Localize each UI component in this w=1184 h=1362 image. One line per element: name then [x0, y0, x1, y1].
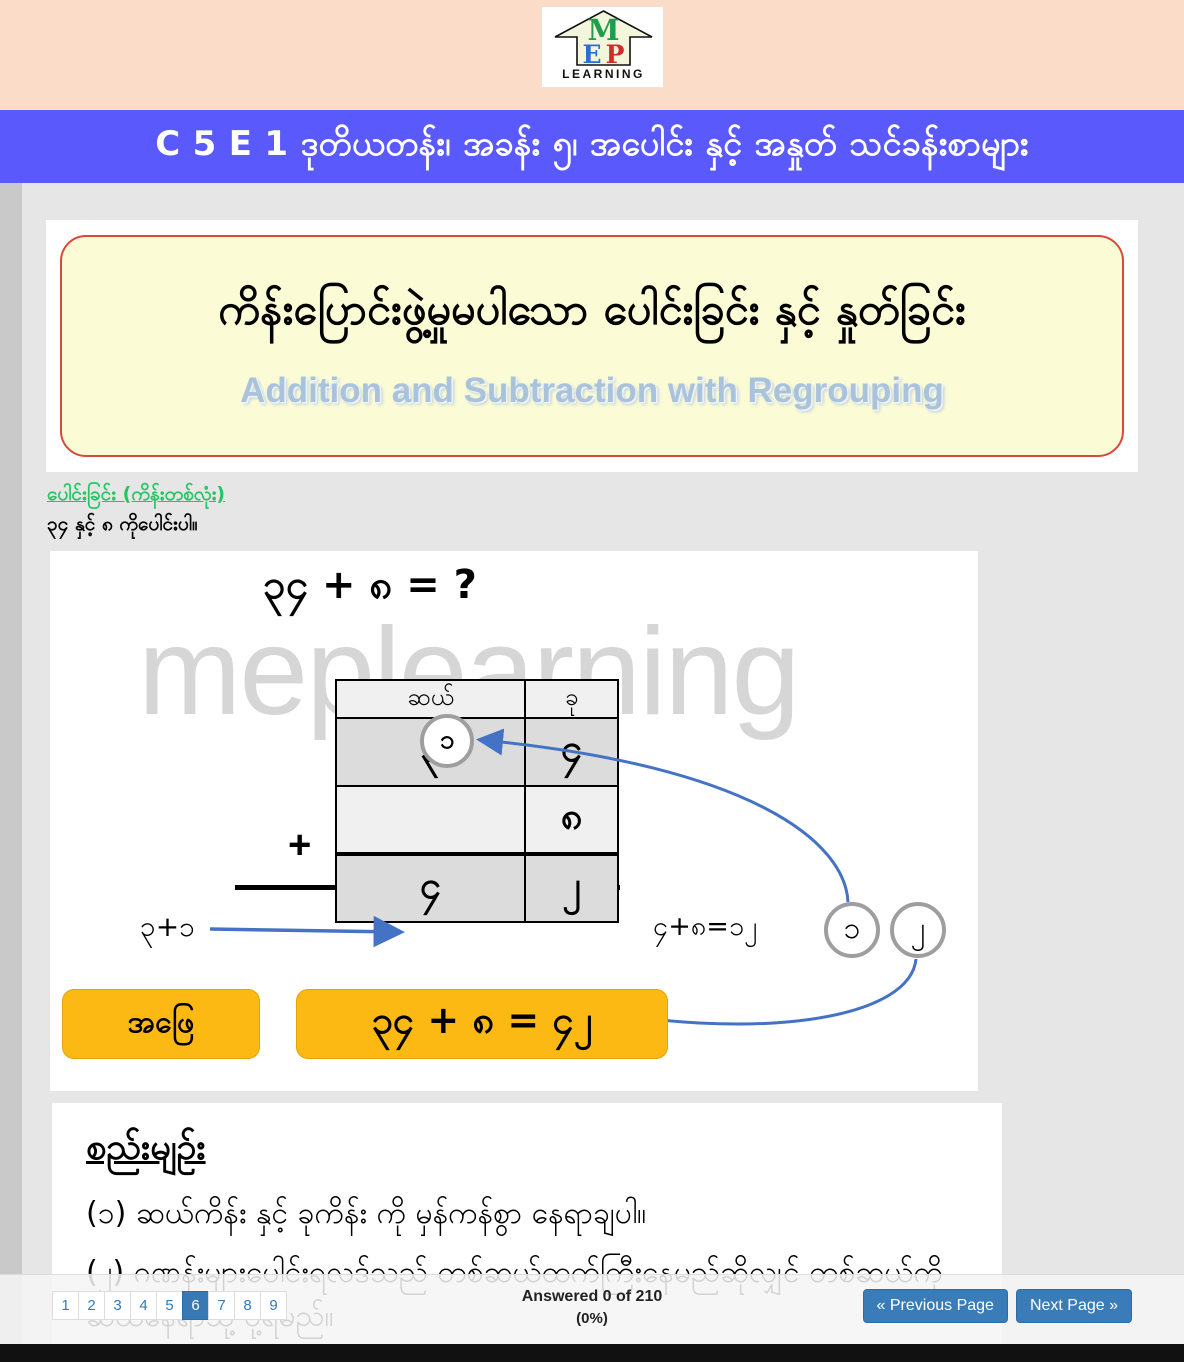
result-bubble-ones: ၂: [890, 902, 946, 958]
section-link[interactable]: ပေါင်းခြင်း (ကိန်းတစ်လုံး): [47, 482, 225, 510]
lesson-banner-title: C 5 E 1 ဒုတိယတန်း၊ အခန်း ၅၊ အပေါင်း နှင့…: [0, 110, 1184, 183]
next-page-button[interactable]: Next Page »: [1015, 1289, 1132, 1323]
lesson-title-english: Addition and Subtraction with Regrouping: [240, 370, 944, 410]
table-header-tens: ဆယ်: [334, 679, 527, 719]
logo-wordmark: LEARNING: [562, 67, 645, 81]
table-row-addend1: ၃ ၄: [334, 717, 619, 787]
table-header-ones: ခု: [524, 679, 619, 719]
navigation-buttons: « Previous Page Next Page »: [862, 1289, 1132, 1323]
arrow-tens-sum: [209, 915, 405, 948]
mep-learning-logo: M E P LEARNING: [541, 6, 664, 88]
carry-digit-bubble: ၁: [420, 714, 474, 768]
equation-statement: ၃၄ + ၈ = ?: [263, 562, 477, 608]
result-bubble-tens: ၁: [824, 902, 880, 958]
lesson-title-inner: ကိန်းပြောင်းဖွဲ့မှုမပါသော ပေါင်းခြင်း နှ…: [60, 235, 1124, 457]
worked-example-figure: meplearning ၃၄ + ၈ = ? + ဆယ် ခု ၃ ၄ ၈ ၄ …: [50, 551, 978, 1091]
footer-bar: 1 2 3 4 5 6 7 8 9 Answered 0 of 210 (0%)…: [0, 1274, 1184, 1344]
annotation-ones-sum: ၄+၈=၁၂: [653, 911, 758, 942]
cell-sum-ones: ၂: [524, 852, 619, 923]
svg-text:E: E: [582, 40, 601, 69]
place-value-table: ဆယ် ခု ၃ ၄ ၈ ၄ ၂: [334, 679, 619, 923]
page-root: M E P LEARNING C 5 E 1 ဒုတိယတန်း၊ အခန်း …: [0, 0, 1184, 1362]
rules-heading: စည်းမျဉ်း: [86, 1127, 206, 1168]
cell-addend2-tens: [334, 785, 527, 855]
footer-black-strip: [0, 1344, 1184, 1362]
plus-operator: +: [288, 823, 312, 867]
left-rail: [0, 183, 22, 1362]
answer-label-button[interactable]: အဖြေ: [62, 989, 260, 1059]
annotation-tens-sum: ၃+၁: [140, 910, 195, 943]
question-prompt: ၃၄ နှင့် ၈ ကိုပေါင်းပါ။: [47, 513, 198, 535]
svg-text:P: P: [606, 40, 625, 69]
table-row-sum: ၄ ၂: [334, 852, 619, 923]
logo-band: M E P LEARNING: [0, 0, 1184, 110]
table-row-addend2: ၈: [334, 785, 619, 855]
mep-house-arrow-icon: M E P: [554, 10, 653, 69]
table-header-row: ဆယ် ခု: [334, 679, 619, 719]
cell-addend1-ones: ၄: [524, 717, 619, 787]
cell-addend2-ones: ၈: [524, 785, 619, 855]
answer-result-button[interactable]: ၃၄ + ၈ = ၄၂: [296, 989, 668, 1059]
lesson-title-burmese: ကိန်းပြောင်းဖွဲ့မှုမပါသော ပေါင်းခြင်း နှ…: [218, 284, 966, 335]
cell-sum-tens: ၄: [334, 852, 527, 923]
previous-page-button[interactable]: « Previous Page: [862, 1289, 1008, 1323]
rule-item-1: (၁) ဆယ်ကိန်း နှင့် ခုကိန်း ကို မှန်ကန်စွ…: [86, 1196, 647, 1231]
lesson-title-card: ကိန်းပြောင်းဖွဲ့မှုမပါသော ပေါင်းခြင်း နှ…: [46, 220, 1138, 472]
